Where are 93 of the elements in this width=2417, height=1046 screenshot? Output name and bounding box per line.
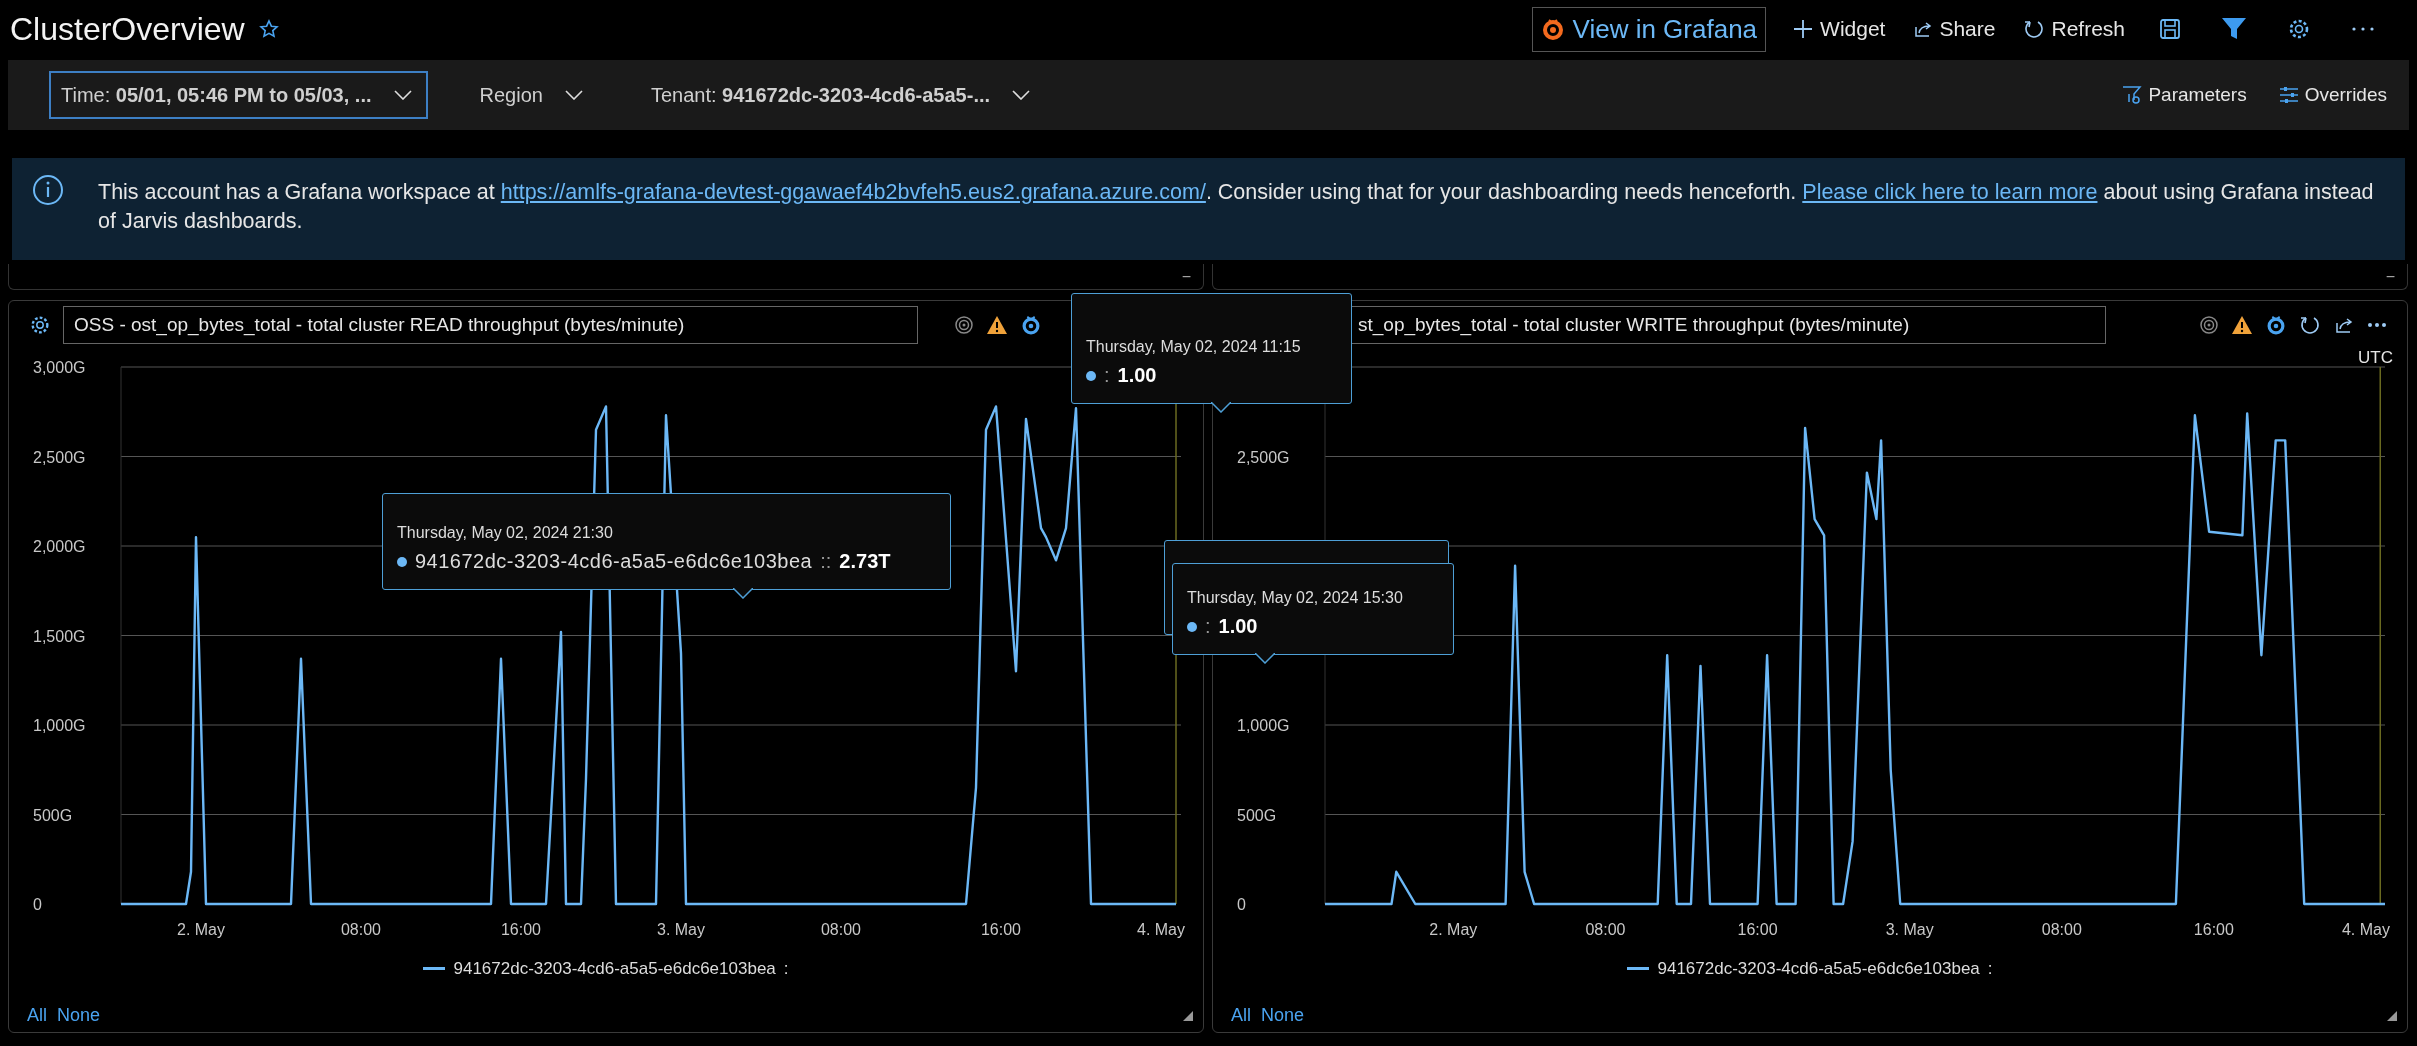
x-axis-label: 08:00 [821,921,861,938]
settings-icon[interactable] [29,314,51,336]
x-axis-label: 16:00 [2193,921,2234,938]
series-dot-icon [1187,621,1197,632]
tooltip-separator: : [1104,364,1110,387]
x-axis-label: 3. May [1885,921,1934,938]
filter-dropdown[interactable]: Time: 05/01, 05:46 PM to 05/03, ... [49,71,428,119]
info-icon [32,174,64,206]
legend-swatch [423,967,446,971]
swirl-icon [1540,17,1565,41]
legend-toggle-link[interactable]: None [1261,1005,1305,1026]
filter-icon [2122,85,2143,105]
tooltip-title: Thursday, May 02, 2024 21:30 [397,524,614,542]
share-icon [1913,19,1934,39]
resize-handle-icon[interactable] [1183,1010,1193,1021]
series-dot-icon [397,556,407,567]
x-axis-label: 3. May [657,921,705,938]
tooltip-value: 1.00 [1117,364,1157,387]
y-axis-label: 1,000G [33,717,86,734]
swirl-icon[interactable] [2265,314,2287,336]
collapse-button[interactable]: − [2385,267,2395,286]
refresh-icon [2023,18,2046,40]
filter-dropdown[interactable]: Region [467,71,599,119]
x-axis-label: 08:00 [1585,921,1626,938]
share-icon[interactable] [2333,315,2355,335]
banner-message: This account has a Grafana workspace at https://amlfs-grafana-devtest-ggawaef4b2bvfeh5.eus2.grafana.azure.com/. Consider using that for your dashboarding needs henceforth. Please click here to learn more about using Grafana instead of Jarvis dashboards. [98,179,2375,235]
swirl-icon[interactable] [1020,314,1042,336]
x-axis-label: 16:00 [501,921,541,938]
filter-icon[interactable] [2221,17,2247,41]
warning-icon[interactable] [2231,315,2253,335]
x-axis-label: 4. May [1137,921,1185,938]
save-icon[interactable] [2159,18,2181,40]
legend-separator: : [783,959,789,979]
settings-icon[interactable] [2287,17,2311,41]
x-axis-label: 16:00 [1737,921,1778,938]
warning-icon[interactable] [986,315,1008,335]
overrides-button[interactable]: Overrides [2272,83,2393,107]
legend-label[interactable]: 941672dc-3203-4cd6-a5a5-e6dc6e103bea [1657,959,1980,979]
y-axis-label: 2,500G [1237,448,1290,466]
more-icon[interactable] [2351,26,2375,32]
target-icon[interactable] [2199,315,2219,335]
legend-toggle-link[interactable]: All [27,1005,47,1026]
y-axis-label: 3,000G [33,359,86,376]
share-button[interactable]: Share [1911,13,1998,45]
dashboard-title: ClusterOverview [10,10,245,48]
parameters-button[interactable]: Parameters [2116,83,2253,107]
y-axis-label: 500G [33,806,73,824]
more-icon[interactable] [2367,322,2387,328]
y-axis-label: 1,000G [1237,717,1290,734]
resize-handle-icon[interactable] [2387,1010,2397,1021]
x-axis-label: 08:00 [341,921,381,938]
refresh-icon[interactable] [2299,314,2321,336]
y-axis-label: 1,500G [33,627,86,645]
tooltip-series: 941672dc-3203-4cd6-a5a5-e6dc6e103bea [415,550,813,573]
view-in-grafana-button[interactable]: View in Grafana [1531,6,1767,52]
legend-separator: : [1987,959,1993,979]
y-axis-label: 0 [1237,896,1246,913]
panel-title-field[interactable]: st_op_bytes_total - total cluster WRITE throughput (bytes/minute) [1351,306,2106,344]
learn-more-link[interactable]: Please click here to learn more [1802,180,2098,204]
chevron-down-icon [1012,90,1031,100]
chevron-down-icon [393,90,412,100]
y-axis-label: 0 [33,896,42,913]
sliders-icon [2278,86,2299,104]
y-axis-label: 2,500G [33,448,86,466]
panel-title-field[interactable]: OSS - ost_op_bytes_total - total cluster READ throughput (bytes/minute) [63,306,918,344]
series-dot-icon [1086,370,1096,381]
timezone-label: UTC [2358,349,2393,367]
y-axis-label: 500G [1237,806,1277,824]
x-axis-label: 4. May [2342,921,2390,938]
add-widget-button[interactable]: Widget [1790,13,1888,45]
collapse-button[interactable]: − [1181,267,1191,286]
legend-swatch [1627,967,1650,971]
star-icon[interactable] [258,19,279,39]
legend-toggle-link[interactable]: None [57,1005,101,1026]
x-axis-label: 2. May [177,921,225,938]
y-axis-label: 2,000G [33,538,86,555]
workspace-link[interactable]: https://amlfs-grafana-devtest-ggawaef4b2bvfeh5.eus2.grafana.azure.com/ [500,180,1206,204]
tooltip-title: Thursday, May 02, 2024 15:30 [1187,589,1404,607]
legend-toggle-link[interactable]: All [1231,1005,1251,1026]
tooltip-separator: :: [820,550,832,573]
chevron-down-icon [564,90,583,100]
legend-label[interactable]: 941672dc-3203-4cd6-a5a5-e6dc6e103bea [453,959,776,979]
x-axis-label: 16:00 [981,921,1021,938]
x-axis-label: 2. May [1429,921,1478,938]
x-axis-label: 08:00 [2041,921,2082,938]
refresh-button[interactable]: Refresh [2021,13,2127,45]
plus-icon [1792,18,1815,40]
target-icon[interactable] [954,315,974,335]
tooltip-title: Thursday, May 02, 2024 11:15 [1086,338,1302,356]
tooltip-separator: : [1205,615,1211,638]
tooltip-value: 1.00 [1218,615,1258,638]
filter-dropdown[interactable]: Tenant: 941672dc-3203-4cd6-a5a5-... [638,71,1047,119]
tooltip-value: 2.73T [839,550,891,573]
